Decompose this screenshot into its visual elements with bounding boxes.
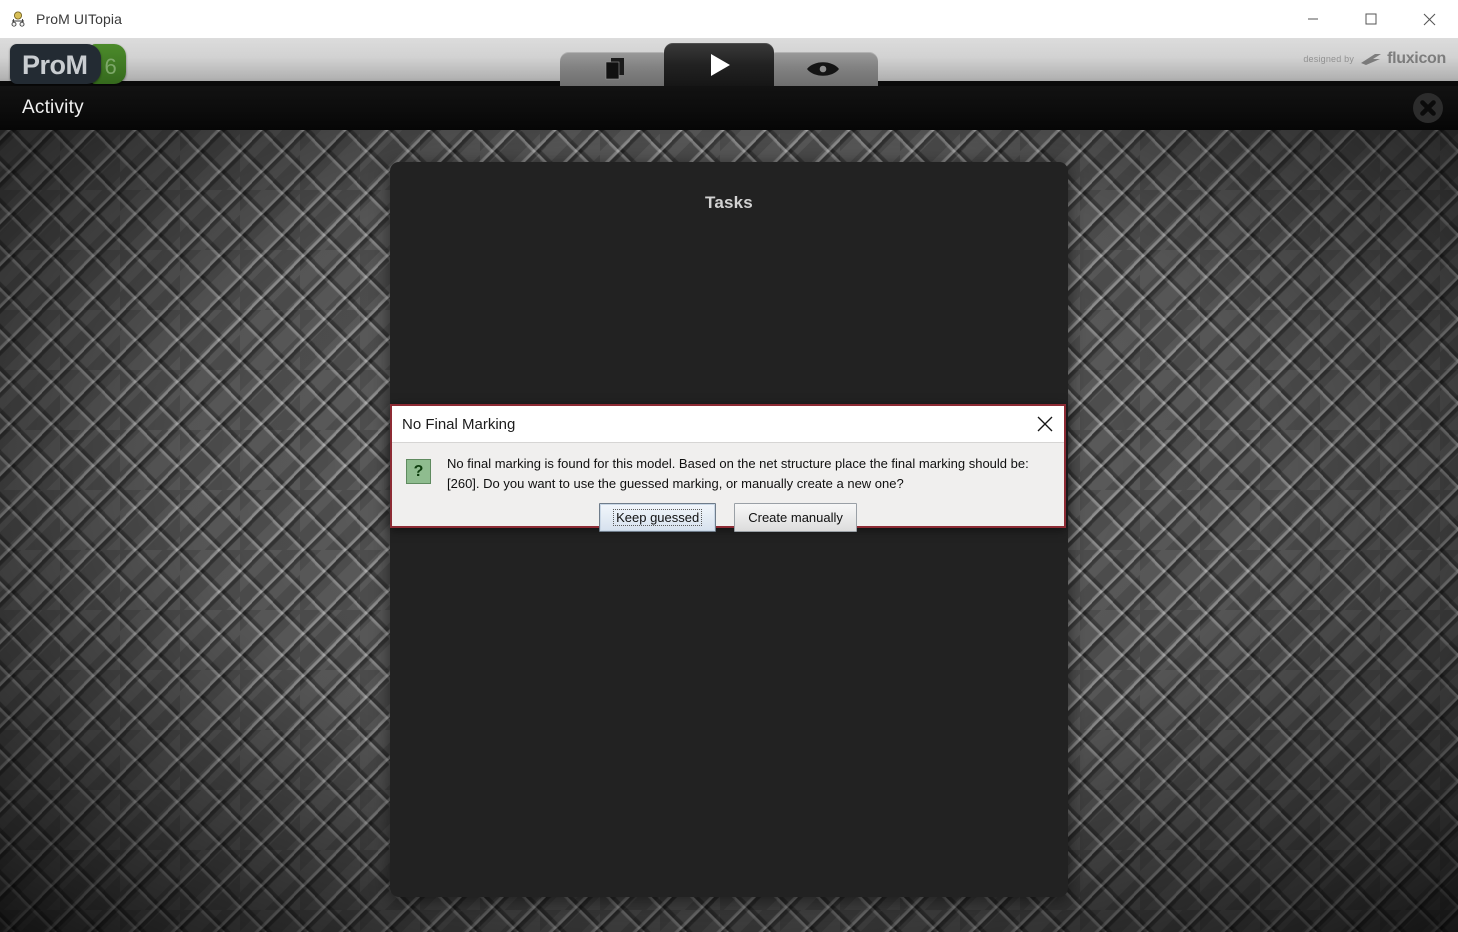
minimize-icon [1308, 18, 1318, 20]
dialog-message: No final marking is found for this model… [447, 456, 1029, 491]
prom-version-text: 6 [104, 54, 117, 79]
main-tabs [560, 43, 878, 86]
dialog-title: No Final Marking [402, 415, 516, 433]
designed-by-label: designed by [1303, 54, 1355, 64]
play-icon [711, 53, 730, 76]
activity-close-icon [1413, 93, 1443, 123]
dialog-button-row: Keep guessed Create manually [406, 503, 1050, 532]
dialog-content: No final marking is found for this model… [447, 454, 1050, 532]
dialog-titlebar: No Final Marking [392, 406, 1064, 442]
question-icon-glyph: ? [413, 462, 424, 480]
dialog-close-button[interactable] [1034, 413, 1056, 435]
documents-icon [605, 58, 624, 80]
maximize-icon [1365, 13, 1377, 25]
window-controls [1284, 0, 1458, 38]
tab-views[interactable] [768, 52, 878, 86]
prom-logo: ProM 6 [10, 44, 126, 84]
eye-icon [807, 62, 839, 76]
fluxicon-logo-icon [1361, 53, 1382, 65]
prom-toolbar: ProM 6 designed by fluxicon [0, 38, 1458, 86]
maximize-button[interactable] [1342, 0, 1400, 38]
prom-app-icon [11, 11, 25, 27]
fluxicon-branding: designed by fluxicon [1303, 50, 1446, 68]
create-manually-button[interactable]: Create manually [734, 503, 857, 532]
prom-logo-text: ProM [22, 50, 88, 80]
activity-title: Activity [22, 97, 84, 118]
fluxicon-name: fluxicon [1387, 50, 1446, 67]
application-window: ProM UITopia ProM 6 designed by fluxicon… [0, 0, 1458, 932]
close-button[interactable] [1400, 0, 1458, 38]
keep-guessed-label: Keep guessed [613, 509, 703, 526]
tab-workspace[interactable] [560, 52, 670, 86]
dialog-close-icon [1037, 416, 1053, 432]
question-icon: ? [406, 459, 431, 484]
window-titlebar: ProM UITopia [0, 0, 1458, 39]
create-manually-label: Create manually [748, 510, 843, 525]
no-final-marking-dialog: No Final Marking ? No final marking is f… [390, 404, 1066, 532]
tab-actions[interactable] [664, 43, 774, 86]
activity-bar: Activity [0, 86, 1458, 130]
tasks-panel-title: Tasks [705, 193, 753, 212]
activity-close-button[interactable] [1412, 92, 1444, 124]
close-icon [1423, 13, 1435, 25]
dialog-body: ? No final marking is found for this mod… [392, 442, 1064, 532]
window-title: ProM UITopia [36, 11, 123, 27]
keep-guessed-button[interactable]: Keep guessed [599, 503, 717, 532]
prom-logo-name: ProM [10, 44, 101, 84]
minimize-button[interactable] [1284, 0, 1342, 38]
